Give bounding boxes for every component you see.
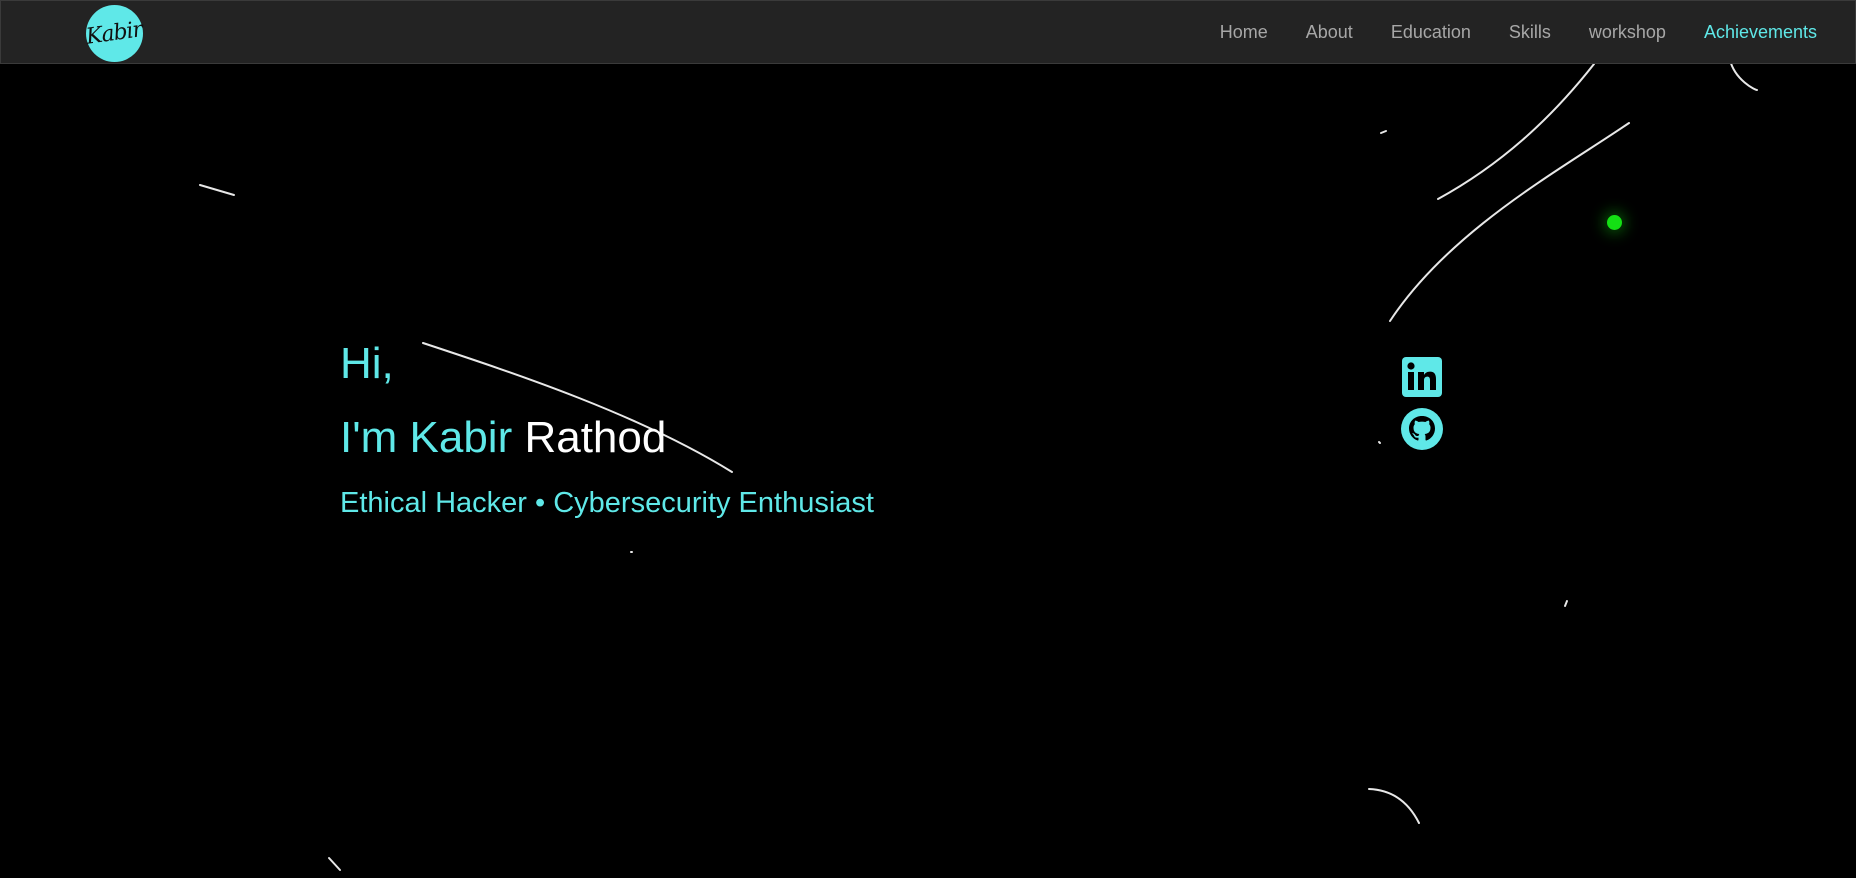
decor-stroke xyxy=(1380,130,1387,134)
hero-greeting: Hi, xyxy=(340,339,394,388)
social-links xyxy=(1400,355,1444,451)
hero-name: I'm Kabir Rathod xyxy=(340,409,874,467)
decor-stroke xyxy=(1368,788,1420,824)
github-link[interactable] xyxy=(1400,407,1444,451)
nav-skills-link[interactable]: Skills xyxy=(1509,22,1551,43)
decor-stroke xyxy=(1389,122,1630,322)
logo-text: Kabir xyxy=(84,17,145,50)
nav-workshop-link[interactable]: workshop xyxy=(1589,22,1666,43)
nav-about-link[interactable]: About xyxy=(1306,22,1353,43)
decor-stroke xyxy=(1729,59,1758,91)
nav-education-link[interactable]: Education xyxy=(1391,22,1471,43)
glow-dot xyxy=(1607,215,1622,230)
logo[interactable]: Kabir xyxy=(84,5,145,62)
linkedin-link[interactable] xyxy=(1400,355,1444,399)
github-icon xyxy=(1401,408,1443,450)
nav-achievements-link[interactable]: Achievements xyxy=(1704,22,1817,43)
hero-name-last: Rathod xyxy=(524,413,667,462)
navbar: Kabir Home About Education Skills worksh… xyxy=(0,0,1856,64)
background-decoration xyxy=(199,59,1758,871)
linkedin-icon xyxy=(1402,357,1442,397)
hero-section: Hi, I'm Kabir Rathod Ethical Hacker • Cy… xyxy=(340,335,874,521)
hero-tagline: Ethical Hacker • Cybersecurity Enthusias… xyxy=(340,487,874,519)
hero-name-first: I'm Kabir xyxy=(340,413,513,462)
decor-stroke xyxy=(1378,441,1381,444)
nav-home-link[interactable]: Home xyxy=(1220,22,1268,43)
decor-stroke xyxy=(328,857,341,871)
decor-stroke xyxy=(1564,600,1568,607)
nav-links: Home About Education Skills workshop Ach… xyxy=(1220,1,1817,63)
decor-stroke xyxy=(199,184,235,196)
decor-stroke xyxy=(1437,63,1595,200)
